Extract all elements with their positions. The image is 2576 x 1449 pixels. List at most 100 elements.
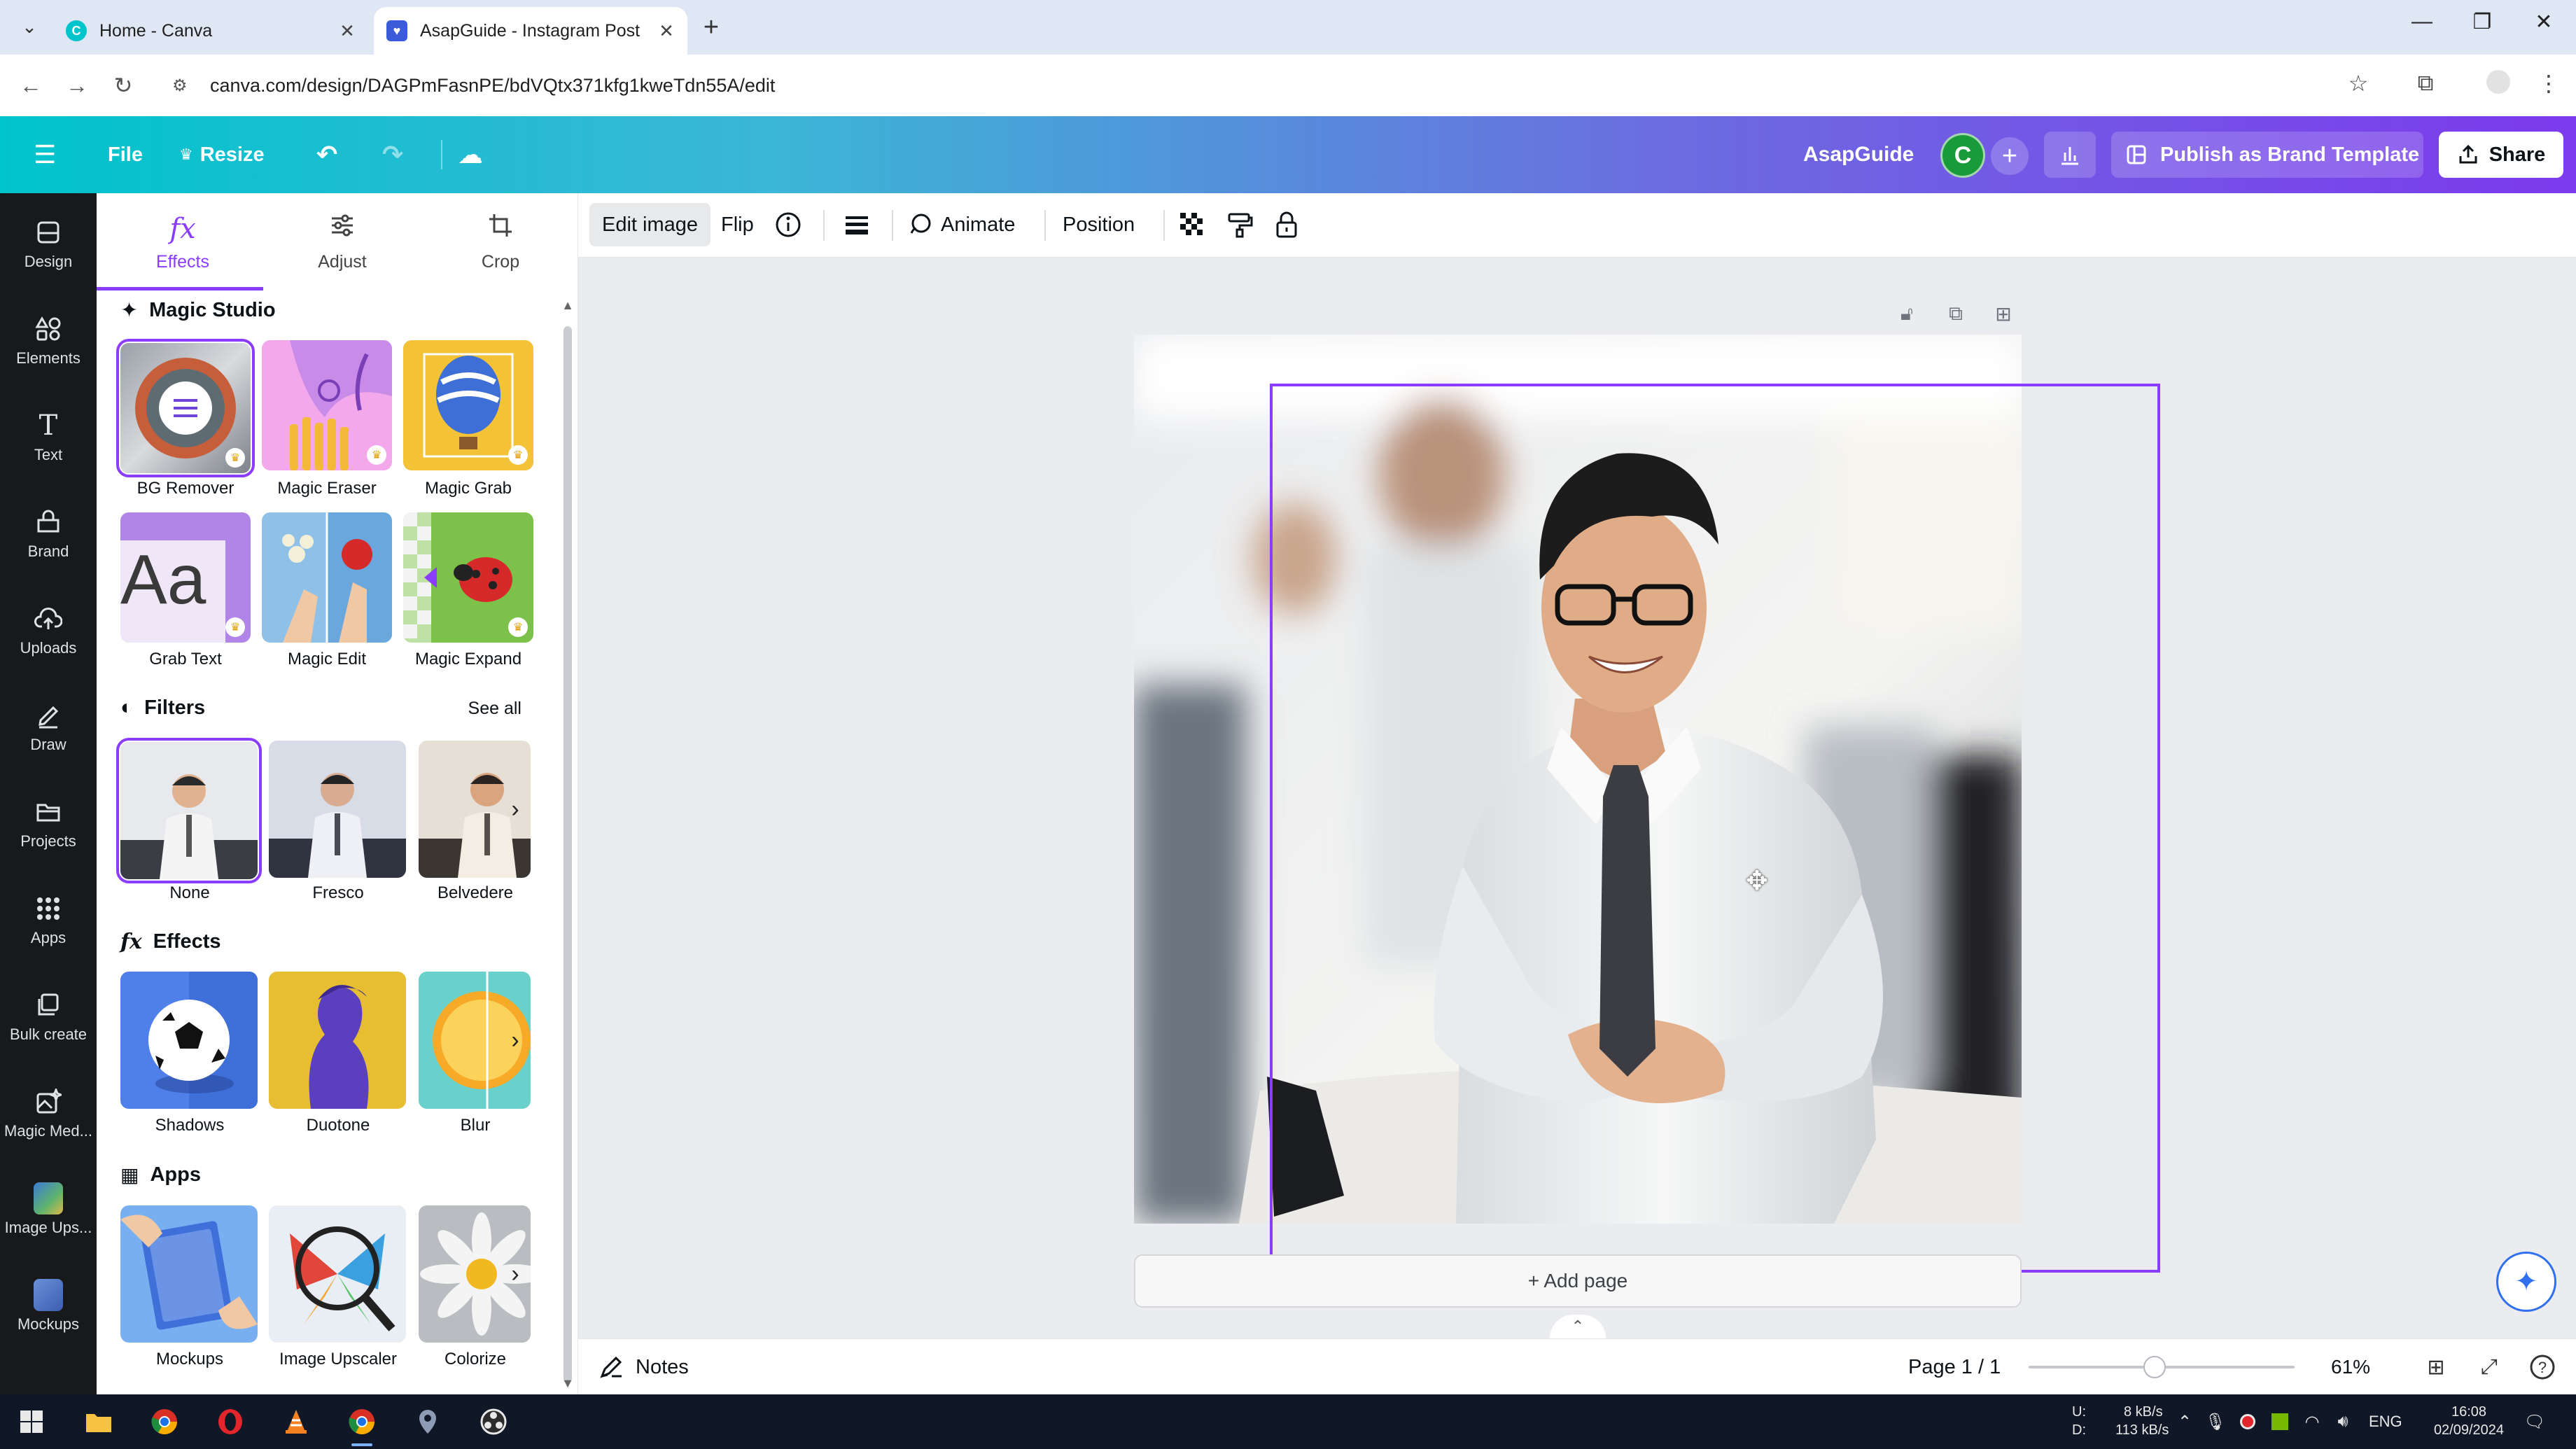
effects-next-icon[interactable]: › <box>501 1026 529 1054</box>
rail-item-magic-media[interactable]: Magic Med... <box>0 1068 97 1159</box>
tab-effects[interactable]: fx Effects <box>102 193 263 291</box>
add-collaborator-icon[interactable]: + <box>1991 137 2029 175</box>
grab-text-card[interactable]: Aa ♛ <box>120 512 251 643</box>
position-button[interactable]: Position <box>1063 203 1135 246</box>
volume-icon[interactable]: 🔊︎ <box>2331 1410 2355 1434</box>
grid-view-icon[interactable]: ⊞ <box>2421 1352 2451 1382</box>
tray-overflow-chevron-icon[interactable]: ⌃ <box>2173 1410 2197 1434</box>
app-image-upscaler-card[interactable] <box>269 1205 406 1343</box>
obs-icon[interactable] <box>475 1403 512 1441</box>
show-pages-chevron-icon[interactable]: ⌃ <box>1550 1315 1606 1338</box>
scroll-up-icon[interactable]: ▲ <box>559 298 577 313</box>
rail-item-image-upscaler[interactable]: Image Ups... <box>0 1165 97 1256</box>
recording-icon[interactable] <box>2236 1410 2260 1434</box>
tab-close-icon[interactable]: ✕ <box>652 20 680 42</box>
canva-assistant-sparkle-icon[interactable]: ✦ <box>2496 1252 2556 1312</box>
apps-next-icon[interactable]: › <box>501 1260 529 1288</box>
lock-icon[interactable] <box>1274 203 1299 246</box>
profile-icon[interactable] <box>2481 70 2516 99</box>
restore-icon[interactable]: ❐ <box>2461 10 2503 34</box>
effect-duotone-card[interactable] <box>269 972 406 1109</box>
design-page[interactable] <box>1134 335 2022 1224</box>
opera-icon[interactable] <box>211 1403 249 1441</box>
wifi-icon[interactable]: ◠ <box>2300 1410 2324 1434</box>
business-man-photo[interactable] <box>1134 335 2022 1224</box>
notes-button[interactable]: Notes <box>599 1339 689 1395</box>
rail-item-text[interactable]: T Text <box>0 392 97 483</box>
add-page-icon[interactable]: ⊞ <box>1989 300 2017 328</box>
animate-button[interactable]: Animate <box>907 203 1015 246</box>
vlc-icon[interactable] <box>277 1403 315 1441</box>
url-field[interactable]: ⚙ canva.com/design/DAGPmFasnPE/bdVQtx371… <box>158 63 2398 108</box>
main-menu-icon[interactable]: ☰ <box>34 116 56 193</box>
nvidia-icon[interactable] <box>2268 1410 2292 1434</box>
duplicate-page-icon[interactable]: ⧉ <box>1942 300 1970 328</box>
effect-blur-card[interactable]: › <box>419 972 531 1109</box>
rail-item-bulk-create[interactable]: Bulk create <box>0 972 97 1063</box>
user-avatar[interactable]: C <box>1940 133 1985 178</box>
zoom-slider-handle[interactable] <box>2143 1356 2166 1378</box>
rail-item-projects[interactable]: Projects <box>0 778 97 869</box>
copy-style-icon[interactable] <box>1226 203 1253 246</box>
filter-belvedere-card[interactable]: › <box>419 741 531 878</box>
scroll-down-icon[interactable]: ▼ <box>559 1376 577 1391</box>
brand-kit-name[interactable]: AsapGuide <box>1803 116 1914 193</box>
cloud-saved-icon[interactable]: ☁ <box>458 116 483 193</box>
filters-next-icon[interactable]: › <box>501 795 529 823</box>
maps-pin-icon[interactable] <box>409 1403 447 1441</box>
extensions-icon[interactable]: ⧉ <box>2408 70 2443 97</box>
bg-remover-card[interactable]: ♛ <box>116 339 255 477</box>
magic-grab-card[interactable]: ♛ <box>403 340 533 470</box>
reload-icon[interactable]: ↻ <box>106 69 140 102</box>
add-page-button[interactable]: + Add page <box>1134 1254 2022 1308</box>
windows-start-icon[interactable] <box>13 1403 50 1441</box>
transparency-icon[interactable] <box>1179 203 1205 246</box>
insights-button[interactable] <box>2044 132 2096 178</box>
file-explorer-icon[interactable] <box>80 1403 118 1441</box>
clock-time[interactable]: 16:08 <box>2437 1403 2500 1421</box>
magic-edit-card[interactable] <box>262 512 392 643</box>
effect-shadows-card[interactable] <box>120 972 258 1109</box>
magic-expand-card[interactable]: ♛ <box>403 512 533 643</box>
panel-scrollbar[interactable]: ▲ ▼ <box>559 298 577 1390</box>
zoom-percentage[interactable]: 61% <box>2331 1339 2370 1395</box>
redo-icon[interactable]: ↷ <box>382 116 403 193</box>
filter-none-card[interactable] <box>116 738 262 883</box>
app-mockups-card[interactable] <box>120 1205 258 1343</box>
scroll-thumb[interactable] <box>564 326 572 1383</box>
page-indicator[interactable]: Page 1 / 1 <box>1908 1339 2001 1395</box>
input-language[interactable]: ENG <box>2369 1413 2402 1431</box>
rail-item-design[interactable]: Design <box>0 199 97 290</box>
app-colorize-card[interactable]: › <box>419 1205 531 1343</box>
rail-item-draw[interactable]: Draw <box>0 682 97 773</box>
edit-image-button[interactable]: Edit image <box>589 203 711 246</box>
flip-button[interactable]: Flip <box>721 203 754 246</box>
site-info-icon[interactable]: ⚙ <box>172 76 200 96</box>
clock-date[interactable]: 02/09/2024 <box>2415 1421 2523 1439</box>
filter-fresco-card[interactable] <box>269 741 406 878</box>
window-close-icon[interactable]: ✕ <box>2523 10 2565 34</box>
border-style-icon[interactable] <box>843 203 871 246</box>
browser-menu-icon[interactable]: ⋮ <box>2531 70 2566 97</box>
forward-icon[interactable]: → <box>60 69 94 102</box>
rail-item-uploads[interactable]: Uploads <box>0 585 97 676</box>
chrome-icon[interactable] <box>146 1403 183 1441</box>
rail-item-brand[interactable]: Brand <box>0 489 97 580</box>
rail-item-apps[interactable]: Apps <box>0 875 97 966</box>
back-icon[interactable]: ← <box>14 69 48 102</box>
rail-item-elements[interactable]: Elements <box>0 295 97 386</box>
minimize-icon[interactable]: — <box>2401 10 2443 34</box>
help-icon[interactable]: ? <box>2527 1352 2558 1382</box>
info-icon[interactable] <box>774 203 802 246</box>
chrome-active-icon[interactable] <box>343 1403 381 1446</box>
rail-item-mockups[interactable]: Mockups <box>0 1261 97 1352</box>
microphone-icon[interactable]: 🎙︎ <box>2204 1410 2227 1434</box>
fullscreen-icon[interactable]: ⤢ <box>2474 1352 2505 1382</box>
magic-eraser-card[interactable]: ♛ <box>262 340 392 470</box>
publish-brand-template-button[interactable]: Publish as Brand Template <box>2111 132 2423 178</box>
browser-tab-design[interactable]: ♥ AsapGuide - Instagram Post ✕ <box>374 7 687 55</box>
file-menu-button[interactable]: File <box>108 116 143 193</box>
notifications-icon[interactable]: 🗨︎ <box>2523 1410 2547 1434</box>
browser-tab-home[interactable]: C Home - Canva ✕ <box>53 7 368 55</box>
share-button[interactable]: Share <box>2439 132 2563 178</box>
